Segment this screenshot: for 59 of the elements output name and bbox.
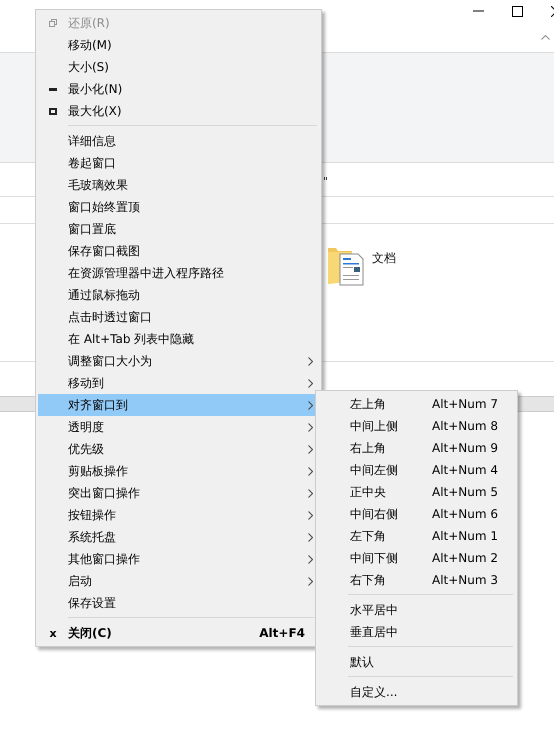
maximize-icon xyxy=(49,108,57,114)
submenu-item[interactable]: 垂直居中 xyxy=(318,621,515,643)
menu-item[interactable]: 毛玻璃效果 xyxy=(38,174,319,196)
menu-item[interactable]: 窗口始终置顶 xyxy=(38,196,319,218)
submenu-item[interactable]: 水平居中 xyxy=(318,599,515,621)
chevron-right-icon xyxy=(308,554,313,564)
menu-item[interactable]: 在 Alt+Tab 列表中隐藏 xyxy=(38,328,319,350)
submenu-item[interactable]: 默认 xyxy=(318,651,515,673)
submenu-item[interactable]: 左下角 Alt+Num 1 xyxy=(318,525,515,547)
submenu-item[interactable]: 中间左侧 Alt+Num 4 xyxy=(318,459,515,481)
menu-item[interactable]: 点击时透过窗口 xyxy=(38,306,319,328)
menu-item[interactable]: 突出窗口操作 xyxy=(38,482,319,504)
menu-item[interactable]: 最大化(X) xyxy=(38,100,319,122)
chevron-right-icon xyxy=(308,510,313,520)
menu-item[interactable]: 透明度 xyxy=(38,416,319,438)
submenu-item[interactable]: 正中央 Alt+Num 5 xyxy=(318,481,515,503)
menu-item[interactable]: 详细信息 xyxy=(38,130,319,152)
folder-name[interactable]: 文档 xyxy=(372,250,396,267)
chevron-right-icon xyxy=(308,444,313,454)
menu-item[interactable]: 按钮操作 xyxy=(38,504,319,526)
address-text: " xyxy=(323,175,328,188)
menu-item[interactable]: 系统托盘 xyxy=(38,526,319,548)
chevron-right-icon xyxy=(308,466,313,476)
menu-item[interactable]: 最小化(N) xyxy=(38,78,319,100)
maximize-icon[interactable] xyxy=(512,6,523,16)
menu-item[interactable]: 优先级 xyxy=(38,438,319,460)
chevron-right-icon xyxy=(308,422,313,432)
chevron-right-icon xyxy=(308,378,313,388)
menu-item[interactable]: 调整窗口大小为 xyxy=(38,350,319,372)
caret-icon[interactable] xyxy=(541,34,550,40)
close-icon: x xyxy=(49,626,57,640)
menu-item[interactable]: 通过鼠标拖动 xyxy=(38,284,319,306)
submenu-item[interactable]: 中间上侧 Alt+Num 8 xyxy=(318,415,515,437)
chevron-right-icon xyxy=(308,532,313,542)
submenu-item[interactable]: 右上角 Alt+Num 9 xyxy=(318,437,515,459)
menu-item[interactable]: 剪贴板操作 xyxy=(38,460,319,482)
chevron-right-icon xyxy=(308,576,313,586)
menu-item[interactable]: 移动(M) xyxy=(38,34,319,56)
submenu-item[interactable]: 中间右侧 Alt+Num 6 xyxy=(318,503,515,525)
menu-item[interactable]: 在资源管理器中进入程序路径 xyxy=(38,262,319,284)
menu-item[interactable]: 移动到 xyxy=(38,372,319,394)
menu-item[interactable]: 窗口置底 xyxy=(38,218,319,240)
restore-icon xyxy=(49,19,57,27)
menu-item[interactable]: 其他窗口操作 xyxy=(38,548,319,570)
chevron-right-icon xyxy=(308,356,313,366)
chevron-right-icon xyxy=(308,400,313,410)
submenu-item[interactable]: 中间下侧 Alt+Num 2 xyxy=(318,547,515,569)
submenu-item[interactable]: 左上角 Alt+Num 7 xyxy=(318,393,515,415)
menu-item[interactable]: 卷起窗口 xyxy=(38,152,319,174)
menu-item[interactable]: 保存窗口截图 xyxy=(38,240,319,262)
submenu-item[interactable]: 右下角 Alt+Num 3 xyxy=(318,569,515,591)
menu-item[interactable]: 启动 xyxy=(38,570,319,592)
minimize-icon[interactable] xyxy=(473,10,484,12)
minimize-icon xyxy=(49,88,57,90)
menu-item[interactable]: 保存设置 xyxy=(38,592,319,614)
menu-item[interactable]: x 关闭(C) Alt+F4 xyxy=(38,622,319,644)
chevron-right-icon xyxy=(308,488,313,498)
menu-item[interactable]: 大小(S) xyxy=(38,56,319,78)
submenu-item[interactable]: 自定义... xyxy=(318,681,515,703)
